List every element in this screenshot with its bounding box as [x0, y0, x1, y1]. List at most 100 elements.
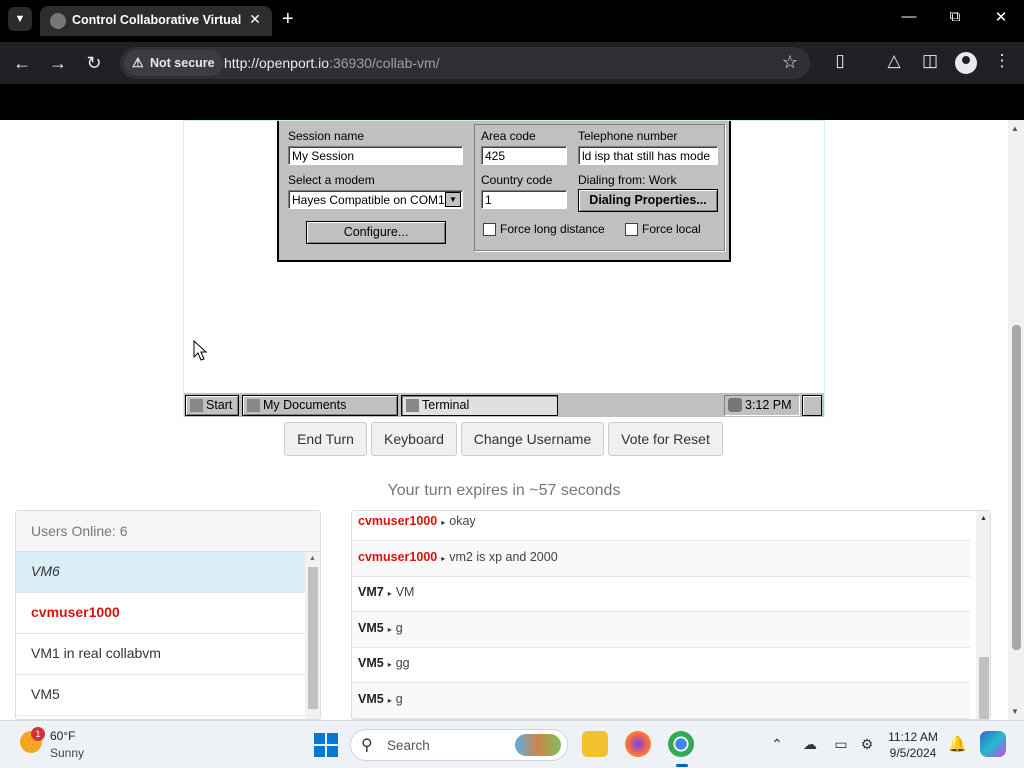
windows-taskbar: 1 60°F Sunny ⚲ Search ⌃ ☁ ▭ ⚙ 11:12 AM 9…	[0, 720, 1024, 768]
chat-username[interactable]: cvmuser1000	[358, 514, 437, 528]
chat-username[interactable]: VM5	[358, 656, 384, 670]
end-turn-button[interactable]: End Turn	[284, 422, 367, 456]
tab-search-button[interactable]: ▼	[8, 7, 32, 31]
chrome-icon[interactable]	[668, 731, 694, 767]
notification-bell-icon[interactable]: 🔔	[948, 735, 967, 753]
dialing-properties-button[interactable]: Dialing Properties...	[578, 189, 718, 212]
dial-up-dialog: Session name My Session Select a modem H…	[277, 121, 731, 262]
taskbar-search[interactable]: ⚲ Search	[350, 729, 568, 761]
user-list-item[interactable]: VM1 in real collabvm	[16, 634, 305, 675]
chat-text: vm2 is xp and 2000	[449, 550, 558, 564]
vm-taskbar: Start My Documents Terminal 3:12 PM	[184, 392, 824, 417]
scroll-down-icon[interactable]: ▼	[1011, 707, 1019, 716]
page-scrollbar[interactable]: ▲ ▼	[1008, 120, 1024, 720]
security-chip[interactable]: ⚠ Not secure	[124, 50, 223, 76]
close-tab-icon[interactable]: ✕	[246, 11, 264, 28]
keyboard-button[interactable]: Keyboard	[371, 422, 457, 456]
force-long-distance-checkbox[interactable]	[483, 223, 496, 236]
modem-value: Hayes Compatible on COM1	[292, 193, 445, 207]
vote-reset-button[interactable]: Vote for Reset	[608, 422, 723, 456]
chat-username[interactable]: VM5	[358, 692, 384, 706]
restore-button[interactable]: ⧉	[940, 8, 970, 25]
configure-button[interactable]: Configure...	[306, 221, 446, 244]
search-placeholder: Search	[387, 738, 430, 753]
start-logo-tile	[327, 733, 338, 744]
vm-task-terminal[interactable]: Terminal	[401, 395, 558, 416]
windows-start-icon[interactable]	[314, 733, 338, 757]
copilot-icon[interactable]	[980, 731, 1006, 757]
chat-scrollbar-thumb[interactable]	[979, 657, 989, 719]
page-scrollbar-thumb[interactable]	[1012, 325, 1021, 650]
side-panel-icon[interactable]: ◫	[918, 51, 942, 71]
firefox-icon[interactable]	[625, 731, 651, 757]
onedrive-cloud-icon[interactable]: ☁	[801, 736, 819, 753]
vm-start-label: Start	[206, 398, 233, 412]
profile-avatar-icon[interactable]	[955, 52, 977, 74]
vm-system-tray: 3:12 PM	[724, 395, 800, 416]
minimize-button[interactable]: —	[894, 8, 924, 25]
chat-arrow-icon: ▸	[387, 660, 392, 669]
menu-kebab-icon[interactable]: ⋮	[990, 51, 1014, 71]
scroll-up-icon[interactable]: ▲	[980, 515, 987, 522]
scroll-up-icon[interactable]: ▲	[1011, 124, 1019, 133]
vm-display[interactable]: Session name My Session Select a modem H…	[183, 120, 825, 417]
warning-icon: ⚠	[132, 55, 144, 70]
scroll-up-icon[interactable]: ▲	[309, 555, 316, 562]
country-code-input[interactable]: 1	[481, 190, 567, 209]
labs-flask-icon[interactable]: △	[882, 51, 906, 71]
file-explorer-icon[interactable]	[582, 731, 608, 757]
network-icon[interactable]	[728, 398, 742, 412]
network-volume-icon[interactable]: ⚙	[858, 736, 876, 753]
back-button[interactable]: ←	[10, 51, 34, 75]
chat-arrow-icon: ▸	[441, 554, 446, 563]
vm-task-my-documents[interactable]: My Documents	[242, 395, 398, 416]
user-list-item[interactable]: VM5	[16, 675, 305, 716]
forward-button[interactable]: →	[46, 51, 70, 75]
area-code-input[interactable]: 425	[481, 146, 567, 165]
folder-icon	[247, 399, 260, 412]
extensions-icon[interactable]: ▯	[828, 51, 852, 71]
reload-button[interactable]: ↻	[82, 51, 106, 75]
vm-start-button[interactable]: Start	[185, 395, 239, 416]
url-text[interactable]: http://openport.io:36930/collab-vm/	[224, 55, 440, 71]
clock-time: 11:12 AM	[888, 730, 938, 744]
page-content: Session name My Session Select a modem H…	[0, 120, 1008, 720]
bookmark-star-icon[interactable]: ☆	[782, 52, 798, 73]
dropdown-arrow-icon[interactable]: ▼	[445, 192, 461, 207]
session-name-input[interactable]: My Session	[288, 146, 463, 165]
terminal-icon	[406, 399, 419, 412]
address-bar[interactable]: ⚠ Not secure http://openport.io:36930/co…	[120, 47, 810, 79]
chat-arrow-icon: ▸	[441, 518, 446, 527]
chat-scrollbar[interactable]: ▲	[976, 511, 990, 719]
chat-text: VM	[395, 585, 415, 599]
modem-select[interactable]: Hayes Compatible on COM1 ▼	[288, 190, 463, 209]
mouse-pointer-icon	[193, 339, 208, 361]
show-hidden-icons-chevron-icon[interactable]: ⌃	[768, 736, 786, 753]
users-online-panel: Users Online: 6 VM6 cvmuser1000 VM1 in r…	[15, 510, 321, 720]
new-tab-button[interactable]: +	[282, 8, 294, 30]
telephone-input[interactable]: ld isp that still has mode	[578, 146, 718, 165]
weather-condition[interactable]: Sunny	[50, 746, 84, 760]
country-code-label: Country code	[481, 173, 553, 187]
modem-label: Select a modem	[288, 173, 375, 187]
system-clock[interactable]: 11:12 AM 9/5/2024	[882, 729, 944, 761]
close-window-button[interactable]: ✕	[986, 8, 1016, 26]
session-name-label: Session name	[288, 129, 365, 143]
browser-tab[interactable]: Control Collaborative Virtual M ✕	[40, 6, 272, 36]
user-list-item[interactable]: cvmuser1000	[16, 593, 305, 634]
start-logo-tile	[314, 733, 325, 744]
users-scrollbar-thumb[interactable]	[308, 567, 318, 709]
users-scrollbar[interactable]: ▲	[305, 552, 320, 719]
chat-username[interactable]: cvmuser1000	[358, 550, 437, 564]
force-local-checkbox[interactable]	[625, 223, 638, 236]
turn-timer-text: Your turn expires in ~57 seconds	[387, 482, 621, 499]
force-long-distance-label: Force long distance	[500, 222, 605, 236]
weather-temperature[interactable]: 60°F	[50, 729, 75, 743]
display-icon[interactable]: ▭	[832, 736, 850, 753]
change-username-button[interactable]: Change Username	[461, 422, 604, 456]
chat-username[interactable]: VM7	[358, 585, 384, 599]
chat-username[interactable]: VM5	[358, 621, 384, 635]
start-logo-tile	[314, 746, 325, 757]
user-list-item[interactable]: VM6	[16, 552, 305, 593]
vm-desktop-icon[interactable]	[802, 395, 822, 416]
